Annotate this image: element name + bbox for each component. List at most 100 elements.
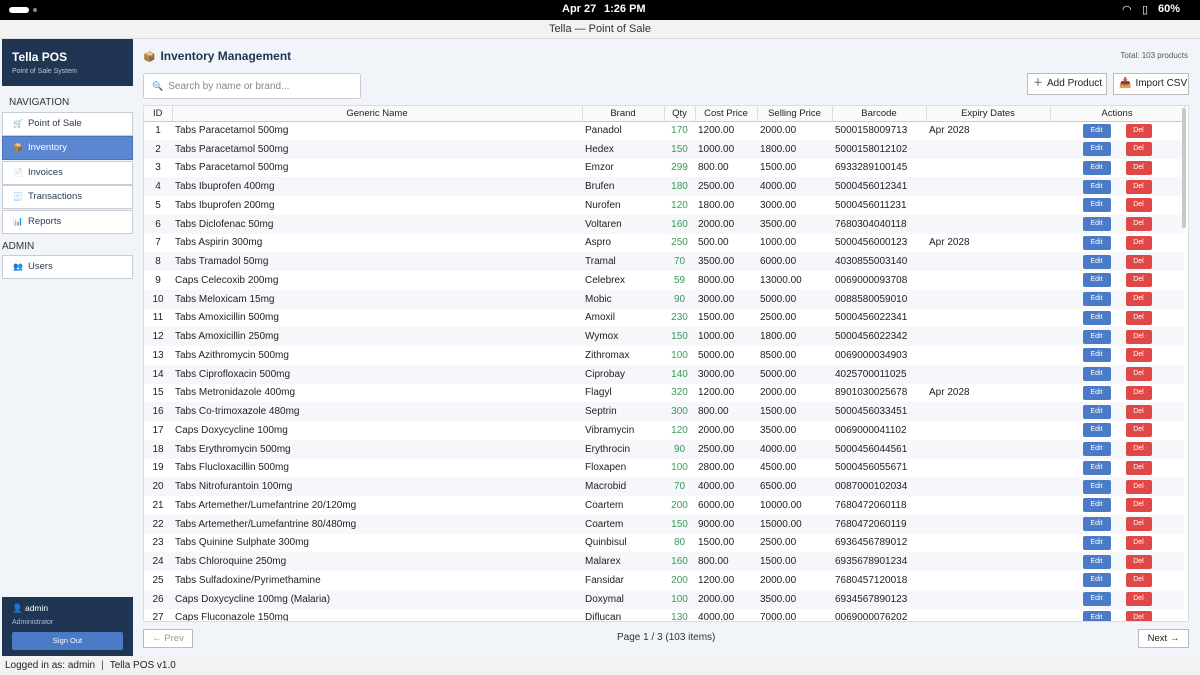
delete-button[interactable]: Del [1125,123,1152,138]
table-scrollbar[interactable] [1182,108,1186,228]
edit-button[interactable]: Edit [1082,123,1111,138]
sidebar-item-label: Transactions [27,191,82,203]
delete-button[interactable]: Del [1125,517,1152,532]
edit-button[interactable]: Edit [1082,179,1111,194]
sidebar-item-label: Invoices [27,166,63,178]
table-row: 5 Tabs Ibuprofen 200mg Nurofen 120 1800.00 30… [144,196,1184,215]
table-cell: 1000.00 [695,139,757,159]
edit-button[interactable]: Edit [1082,235,1111,250]
delete-button[interactable]: Del [1125,142,1152,157]
edit-button[interactable]: Edit [1082,329,1111,344]
delete-button[interactable]: Del [1125,479,1152,494]
delete-button[interactable]: Del [1125,179,1152,194]
table-cell: 2 [144,139,172,159]
edit-button[interactable]: Edit [1082,535,1111,550]
delete-button[interactable]: Del [1125,610,1152,621]
table-cell [926,309,1050,328]
table-cell: Apr 2028 [929,387,970,399]
table-cell: 3500.00 [760,424,797,436]
table-cell [926,552,1050,571]
table-cell: 5000.00 [698,349,735,361]
table-cell: Flagyl [585,387,612,399]
edit-button[interactable]: Edit [1082,348,1111,363]
prev-page-button[interactable]: ← Prev [143,629,193,648]
sidebar-item-transactions[interactable]: 🧾 Transactions [2,185,133,210]
delete-button[interactable]: Del [1125,198,1152,213]
delete-button[interactable]: Del [1125,442,1152,457]
delete-button[interactable]: Del [1125,535,1152,550]
sidebar-item-users[interactable]: 👥 Users [2,255,133,279]
delete-button[interactable]: Del [1125,217,1152,232]
table-cell [926,514,1050,534]
edit-button[interactable]: Edit [1082,442,1111,457]
sidebar-item-inventory[interactable]: 📦 Inventory [2,136,133,161]
delete-button[interactable]: Del [1125,160,1152,175]
column-header: Qty [664,106,696,122]
edit-button[interactable]: Edit [1082,310,1111,325]
edit-button[interactable]: Edit [1082,479,1111,494]
table-header-row: ID Generic Name Brand Qty Cost Price Selling … [144,106,1185,122]
delete-button[interactable]: Del [1125,592,1152,607]
search-input[interactable]: 🔍 Search by name or brand... [143,73,361,99]
table-cell: 2800.00 [698,462,735,474]
table-cell: 19 [152,462,164,474]
table-cell: 90 [664,439,695,459]
delete-button[interactable]: Del [1125,254,1152,269]
table-row: 3 Tabs Paracetamol 500mg Emzor 299 800.00 150… [144,159,1184,178]
table-cell: Vibramycin [585,424,635,436]
delete-button[interactable]: Del [1125,554,1152,569]
edit-button[interactable]: Edit [1082,217,1111,232]
app-window: Tella POS Point of Sale System NAVIGATIO… [0,39,1200,656]
actions-cell: Edit Del [1050,196,1184,215]
table-cell: 6000.00 [757,252,832,271]
sidebar-item-invoices[interactable]: 📄 Invoices [2,160,133,185]
edit-button[interactable]: Edit [1082,610,1111,621]
edit-button[interactable]: Edit [1082,592,1111,607]
sign-out-button[interactable]: Sign Out [12,632,123,650]
import-csv-button[interactable]: 📥 Import CSV [1113,73,1189,95]
edit-button[interactable]: Edit [1082,292,1111,307]
table-cell: 2500.00 [760,537,797,549]
edit-button[interactable]: Edit [1082,160,1111,175]
chart-icon: 📊 [13,216,23,226]
edit-button[interactable]: Edit [1082,498,1111,513]
table-cell: 2000.00 [695,589,757,609]
sidebar-item-point-of-sale[interactable]: 🛒 Point of Sale [2,112,133,136]
delete-button[interactable]: Del [1125,235,1152,250]
edit-button[interactable]: Edit [1082,367,1111,382]
table-cell: Tabs Ciprofloxacin 500mg [172,364,582,384]
delete-button[interactable]: Del [1125,385,1152,400]
delete-button[interactable]: Del [1125,273,1152,288]
delete-button[interactable]: Del [1125,498,1152,513]
table-cell: 7680457120018 [835,574,908,586]
edit-button[interactable]: Edit [1082,423,1111,438]
next-page-button[interactable]: Next → [1138,629,1189,648]
edit-button[interactable]: Edit [1082,460,1111,475]
edit-button[interactable]: Edit [1082,385,1111,400]
table-cell: 5000456000123 [835,237,908,249]
actions-cell: Edit Del [1050,289,1184,309]
table-cell: 2500.00 [760,312,797,324]
delete-button[interactable]: Del [1125,329,1152,344]
edit-button[interactable]: Edit [1082,554,1111,569]
delete-button[interactable]: Del [1125,310,1152,325]
edit-button[interactable]: Edit [1082,517,1111,532]
delete-button[interactable]: Del [1125,423,1152,438]
delete-button[interactable]: Del [1125,292,1152,307]
delete-button[interactable]: Del [1125,367,1152,382]
edit-button[interactable]: Edit [1082,142,1111,157]
table-cell: 18 [144,439,172,459]
edit-button[interactable]: Edit [1082,198,1111,213]
delete-button[interactable]: Del [1125,404,1152,419]
delete-button[interactable]: Del [1125,573,1152,588]
edit-button[interactable]: Edit [1082,254,1111,269]
delete-button[interactable]: Del [1125,460,1152,475]
delete-button[interactable]: Del [1125,348,1152,363]
edit-button[interactable]: Edit [1082,573,1111,588]
edit-button[interactable]: Edit [1082,273,1111,288]
edit-button[interactable]: Edit [1082,404,1111,419]
table-cell: 1800.00 [698,199,735,211]
sidebar-item-reports[interactable]: 📊 Reports [2,209,133,234]
table-row: 12 Tabs Amoxicillin 250mg Wymox 150 1000.00 1… [144,327,1184,346]
add-product-button[interactable]: ＋ Add Product [1027,73,1107,95]
